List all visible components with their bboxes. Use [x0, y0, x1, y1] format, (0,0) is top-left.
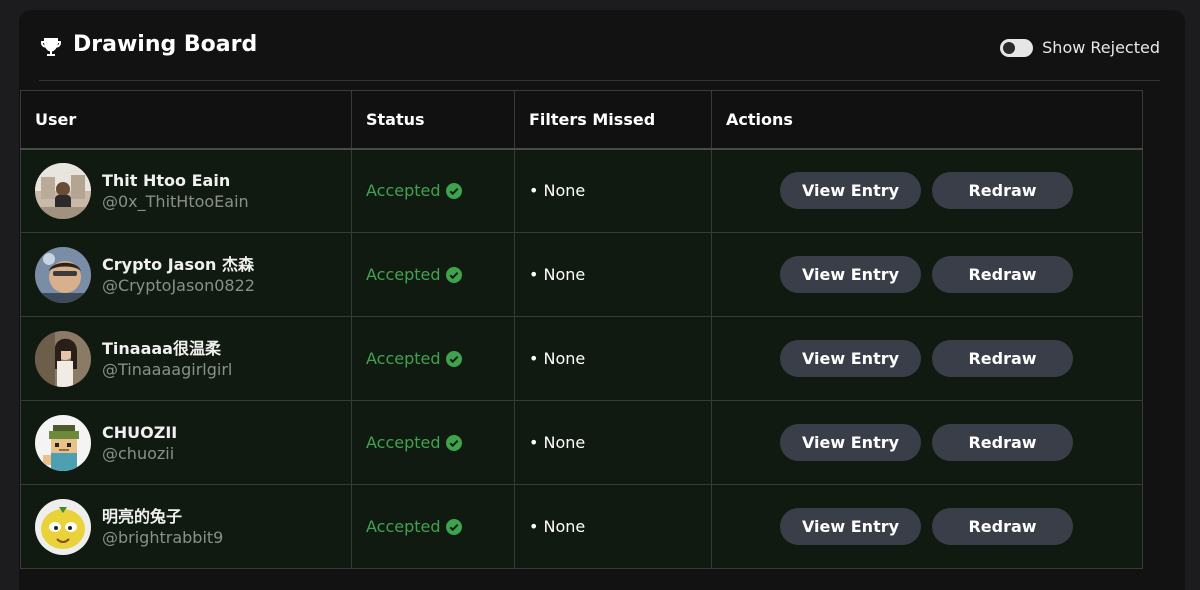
avatar[interactable]: [35, 414, 91, 471]
entries-table: User Status Filters Missed Actions Thit …: [20, 90, 1143, 569]
actions-cell: View Entry Redraw: [711, 484, 1143, 569]
user-handle[interactable]: @Tinaaaagirlgirl: [102, 359, 232, 380]
status-text: Accepted: [366, 349, 441, 368]
user-name: 明亮的兔子: [102, 506, 183, 526]
table-row: CHUOZII @chuozii Accepted • None View En…: [20, 400, 1143, 485]
user-cell: Tinaaaa很温柔 @Tinaaaagirlgirl: [20, 316, 352, 401]
view-entry-button[interactable]: View Entry: [780, 424, 921, 461]
filters-missed-value: • None: [529, 265, 586, 284]
status-text: Accepted: [366, 265, 441, 284]
check-circle-icon: [445, 350, 462, 367]
table-row: Crypto Jason 杰森 @CryptoJason0822 Accepte…: [20, 232, 1143, 317]
status-cell: Accepted: [351, 316, 515, 401]
view-entry-button[interactable]: View Entry: [780, 172, 921, 210]
user-handle[interactable]: @chuozii: [102, 443, 177, 464]
status-text: Accepted: [366, 181, 441, 201]
page-title: Drawing Board: [73, 32, 258, 57]
user-cell: 明亮的兔子 @brightrabbit9: [20, 484, 352, 569]
status-cell: Accepted: [351, 484, 515, 569]
filters-missed-cell: • None: [514, 400, 712, 485]
actions-cell: View Entry Redraw: [711, 232, 1143, 317]
show-rejected-toggle-group: Show Rejected: [1000, 38, 1160, 57]
filters-missed-value: • None: [529, 181, 586, 201]
actions-cell: View Entry Redraw: [711, 316, 1143, 401]
filters-missed-cell: • None: [514, 148, 712, 233]
actions-cell: View Entry Redraw: [711, 400, 1143, 485]
toggle-knob: [1003, 41, 1016, 54]
table-header-row: User Status Filters Missed Actions: [20, 90, 1143, 150]
view-entry-button[interactable]: View Entry: [780, 256, 921, 293]
table-row: 明亮的兔子 @brightrabbit9 Accepted • None Vie…: [20, 484, 1143, 569]
user-name: Crypto Jason 杰森: [102, 254, 254, 274]
view-entry-button[interactable]: View Entry: [780, 508, 921, 545]
check-circle-icon: [445, 434, 462, 451]
trophy-icon: [41, 38, 61, 56]
user-name: CHUOZII: [102, 422, 178, 442]
column-header-status: Status: [351, 90, 515, 150]
user-cell: Thit Htoo Eain @0x_ThitHtooEain: [20, 148, 352, 233]
user-cell: Crypto Jason 杰森 @CryptoJason0822: [20, 232, 352, 317]
user-name: Thit Htoo Eain: [102, 170, 231, 190]
panel-header: Drawing Board Show Rejected: [39, 10, 1160, 81]
redraw-button[interactable]: Redraw: [932, 508, 1073, 545]
check-circle-icon: [445, 518, 462, 535]
actions-cell: View Entry Redraw: [711, 148, 1143, 233]
table-row: Thit Htoo Eain @0x_ThitHtooEain Accepted…: [20, 148, 1143, 233]
user-handle[interactable]: @CryptoJason0822: [102, 275, 255, 296]
filters-missed-cell: • None: [514, 316, 712, 401]
filters-missed-cell: • None: [514, 232, 712, 317]
column-header-filters-missed: Filters Missed: [514, 90, 712, 150]
redraw-button[interactable]: Redraw: [932, 340, 1073, 377]
redraw-button[interactable]: Redraw: [932, 256, 1073, 293]
show-rejected-toggle[interactable]: [1000, 38, 1034, 57]
status-text: Accepted: [366, 517, 441, 536]
filters-missed-cell: • None: [514, 484, 712, 569]
show-rejected-label: Show Rejected: [1042, 38, 1160, 57]
status-cell: Accepted: [351, 148, 515, 233]
user-handle[interactable]: @brightrabbit9: [102, 527, 223, 548]
status-cell: Accepted: [351, 400, 515, 485]
table-row: Tinaaaa很温柔 @Tinaaaagirlgirl Accepted • N…: [20, 316, 1143, 401]
avatar[interactable]: [35, 330, 91, 387]
check-circle-icon: [445, 182, 462, 199]
avatar[interactable]: [35, 162, 91, 219]
status-cell: Accepted: [351, 232, 515, 317]
avatar[interactable]: [35, 246, 91, 303]
filters-missed-value: • None: [529, 517, 586, 536]
status-text: Accepted: [366, 433, 441, 452]
column-header-actions: Actions: [711, 90, 1143, 150]
user-name: Tinaaaa很温柔: [102, 338, 221, 358]
filters-missed-value: • None: [529, 433, 586, 452]
user-cell: CHUOZII @chuozii: [20, 400, 352, 485]
redraw-button[interactable]: Redraw: [932, 424, 1073, 461]
filters-missed-value: • None: [529, 349, 586, 368]
view-entry-button[interactable]: View Entry: [780, 340, 921, 377]
avatar[interactable]: [35, 498, 91, 555]
column-header-user: User: [20, 90, 352, 150]
check-circle-icon: [445, 266, 462, 283]
redraw-button[interactable]: Redraw: [932, 172, 1073, 210]
user-handle[interactable]: @0x_ThitHtooEain: [102, 191, 249, 212]
